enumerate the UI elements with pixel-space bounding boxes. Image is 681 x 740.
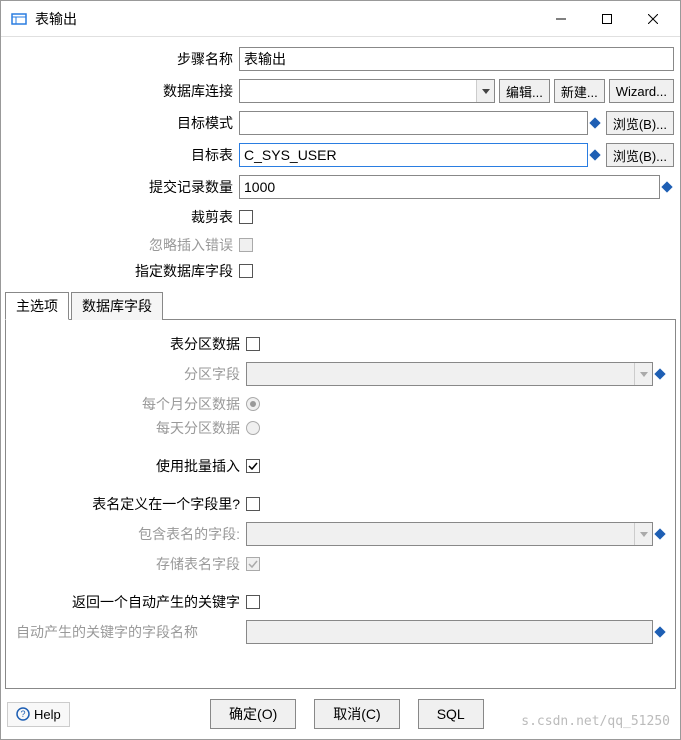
variable-icon [589, 117, 600, 128]
variable-icon [654, 368, 665, 379]
target-schema-label: 目标模式 [7, 113, 239, 133]
window-title: 表输出 [33, 9, 538, 29]
target-table-label: 目标表 [7, 145, 239, 165]
store-tablename-field-checkbox [246, 557, 260, 571]
tab-strip: 主选项 数据库字段 [5, 292, 676, 320]
close-button[interactable] [630, 3, 676, 35]
field-contain-tablename-label: 包含表名的字段: [14, 524, 246, 544]
chevron-down-icon[interactable] [476, 80, 494, 102]
title-bar: 表输出 [1, 1, 680, 37]
db-conn-label: 数据库连接 [7, 81, 239, 101]
help-label: Help [34, 707, 61, 722]
truncate-checkbox[interactable] [239, 210, 253, 224]
batch-insert-checkbox[interactable] [246, 459, 260, 473]
maximize-button[interactable] [584, 3, 630, 35]
db-conn-combo[interactable] [239, 79, 495, 103]
cancel-button[interactable]: 取消(C) [314, 699, 399, 729]
partition-field-input [247, 363, 634, 385]
help-icon: ? [16, 707, 30, 721]
partition-field-combo [246, 362, 653, 386]
partition-data-label: 表分区数据 [14, 334, 246, 354]
button-bar: ? Help 确定(O) 取消(C) SQL [1, 693, 680, 735]
partition-daily-radio [246, 421, 260, 435]
partition-monthly-radio [246, 397, 260, 411]
return-autokey-label: 返回一个自动产生的关键字 [14, 592, 246, 612]
chevron-down-icon [634, 363, 652, 385]
specify-db-fields-checkbox[interactable] [239, 264, 253, 278]
store-tablename-field-label: 存储表名字段 [14, 554, 246, 574]
batch-insert-label: 使用批量插入 [14, 456, 246, 476]
tab-db-fields[interactable]: 数据库字段 [71, 292, 163, 320]
chevron-down-icon [634, 523, 652, 545]
help-button[interactable]: ? Help [7, 702, 70, 727]
tablename-in-field-checkbox[interactable] [246, 497, 260, 511]
autokey-fieldname-input [246, 620, 653, 644]
minimize-button[interactable] [538, 3, 584, 35]
commit-size-input[interactable] [239, 175, 660, 199]
step-name-input[interactable] [239, 47, 674, 71]
partition-monthly-label: 每个月分区数据 [14, 394, 246, 414]
target-schema-input[interactable] [239, 111, 588, 135]
wizard-button[interactable]: Wizard... [609, 79, 674, 103]
browse-schema-button[interactable]: 浏览(B)... [606, 111, 674, 135]
specify-db-fields-label: 指定数据库字段 [7, 261, 239, 281]
ok-button[interactable]: 确定(O) [210, 699, 296, 729]
app-icon [11, 11, 27, 27]
return-autokey-checkbox[interactable] [246, 595, 260, 609]
variable-icon [654, 626, 665, 637]
tab-panel-main: 表分区数据 分区字段 每个月分区数据 每天分区数据 使用批量插入 表名定义在一个… [5, 319, 676, 689]
edit-conn-button[interactable]: 编辑... [499, 79, 550, 103]
commit-size-label: 提交记录数量 [7, 177, 239, 197]
truncate-label: 裁剪表 [7, 207, 239, 227]
variable-icon [589, 149, 600, 160]
ignore-insert-error-label: 忽略插入错误 [7, 235, 239, 255]
partition-daily-label: 每天分区数据 [14, 418, 246, 438]
target-table-input[interactable] [239, 143, 588, 167]
tab-main[interactable]: 主选项 [5, 292, 69, 320]
ignore-insert-error-checkbox [239, 238, 253, 252]
step-name-label: 步骤名称 [7, 49, 239, 69]
browse-table-button[interactable]: 浏览(B)... [606, 143, 674, 167]
sql-button[interactable]: SQL [418, 699, 484, 729]
field-contain-tablename-input [247, 523, 634, 545]
tablename-in-field-label: 表名定义在一个字段里? [14, 494, 246, 514]
variable-icon [661, 181, 672, 192]
autokey-fieldname-label: 自动产生的关键字的字段名称 [14, 622, 246, 642]
new-conn-button[interactable]: 新建... [554, 79, 605, 103]
db-conn-input[interactable] [240, 80, 476, 102]
svg-text:?: ? [20, 709, 25, 719]
partition-field-label: 分区字段 [14, 364, 246, 384]
field-contain-tablename-combo [246, 522, 653, 546]
partition-data-checkbox[interactable] [246, 337, 260, 351]
variable-icon [654, 528, 665, 539]
